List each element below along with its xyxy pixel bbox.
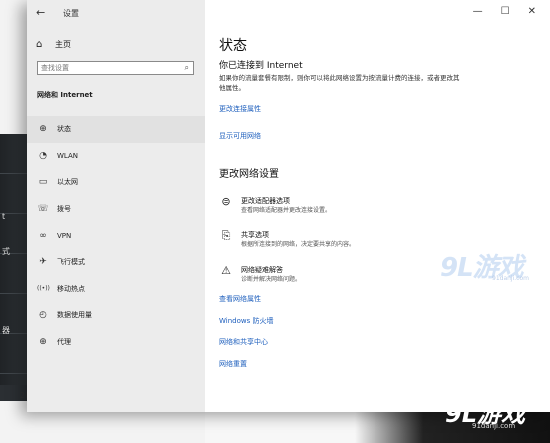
sidebar-item-label: WLAN	[57, 151, 79, 160]
option-sharing[interactable]: ⎘ 共享选项 根据所连接到的网络，决定要共享的内容。	[219, 230, 355, 249]
search-box[interactable]: ⌕	[37, 61, 194, 75]
network-reset-link[interactable]: 网络重置	[219, 359, 247, 369]
background-stub-1: t	[2, 212, 6, 221]
sharing-icon: ⎘	[221, 229, 231, 242]
background-stub-3: 器	[2, 326, 10, 335]
sidebar-home[interactable]: ⌂ 主页	[36, 39, 71, 50]
close-button[interactable]: ✕	[528, 6, 536, 17]
sidebar-item-label: 代理	[57, 338, 71, 347]
adapter-icon: ⊜	[221, 195, 231, 208]
data-usage-icon: ◴	[39, 310, 47, 321]
option-title: 更改适配器选项	[241, 197, 290, 205]
status-description: 如果你的流量套餐有限制，则你可以将此网络设置为按流量计费的连接，或者更改其他属性…	[219, 74, 460, 92]
show-available-networks-link[interactable]: 显示可用网络	[219, 131, 261, 141]
windows-firewall-link[interactable]: Windows 防火墙	[219, 316, 273, 326]
sidebar-item-label: 数据使用量	[57, 311, 92, 320]
back-arrow-icon[interactable]: ←	[36, 6, 45, 19]
sidebar-item-wlan[interactable]: ◔ WLAN	[27, 143, 205, 170]
settings-window: ← 设置 ⌂ 主页 ⌕ 网络和 Internet ⊕ 状态 ◔ WLAN ▭ 以…	[27, 0, 550, 412]
sidebar-item-label: 移动热点	[57, 284, 85, 293]
sidebar-item-status[interactable]: ⊕ 状态	[27, 116, 205, 143]
background-stub-2: 式	[2, 247, 10, 256]
maximize-button[interactable]: ☐	[501, 6, 510, 17]
window-controls: — ☐ ✕	[473, 6, 536, 17]
vpn-icon: ∞	[39, 230, 47, 241]
watermark-url: 91danji.com	[492, 275, 529, 282]
sidebar-item-label: 飞行模式	[57, 258, 85, 267]
option-adapter[interactable]: ⊜ 更改适配器选项 查看网络适配器并更改连接设置。	[219, 196, 331, 215]
option-description: 根据所连接到的网络，决定要共享的内容。	[241, 241, 356, 248]
home-label: 主页	[55, 40, 71, 49]
view-network-properties-link[interactable]: 查看网络属性	[219, 294, 261, 304]
sidebar-item-dialup[interactable]: ☏ 拨号	[27, 196, 205, 223]
search-input[interactable]	[38, 64, 174, 72]
proxy-icon: ⊕	[39, 337, 47, 348]
background-panel	[205, 412, 375, 443]
airplane-icon: ✈	[39, 257, 47, 268]
sidebar-item-label: 以太网	[57, 178, 78, 187]
sidebar-item-proxy[interactable]: ⊕ 代理	[27, 329, 205, 356]
wifi-icon: ◔	[39, 150, 47, 161]
sidebar-item-vpn[interactable]: ∞ VPN	[27, 222, 205, 249]
page-title: 状态	[219, 38, 247, 54]
sidebar-item-hotspot[interactable]: ((•)) 移动热点	[27, 276, 205, 303]
home-icon: ⌂	[36, 39, 43, 50]
sidebar-item-data-usage[interactable]: ◴ 数据使用量	[27, 302, 205, 329]
option-description: 查看网络适配器并更改连接设置。	[241, 207, 332, 214]
sidebar: ← 设置 ⌂ 主页 ⌕ 网络和 Internet ⊕ 状态 ◔ WLAN ▭ 以…	[27, 0, 205, 412]
dialup-icon: ☏	[37, 204, 49, 215]
option-troubleshoot[interactable]: ⚠ 网络疑难解答 诊断并解决网络问题。	[219, 265, 301, 284]
sidebar-item-label: 拨号	[57, 205, 71, 214]
window-title: 设置	[63, 9, 79, 18]
background-window-strip	[0, 134, 30, 400]
minimize-button[interactable]: —	[473, 6, 483, 17]
sidebar-item-ethernet[interactable]: ▭ 以太网	[27, 169, 205, 196]
sidebar-item-airplane[interactable]: ✈ 飞行模式	[27, 249, 205, 276]
watermark-url-bottom: 91danji.com	[472, 422, 516, 430]
ethernet-icon: ▭	[38, 177, 48, 188]
option-description: 诊断并解决网络问题。	[241, 276, 302, 283]
change-connection-properties-link[interactable]: 更改连接属性	[219, 104, 261, 114]
network-sharing-center-link[interactable]: 网络和共享中心	[219, 337, 268, 347]
sidebar-item-label: VPN	[57, 231, 72, 240]
status-globe-icon: ⊕	[39, 124, 47, 135]
sidebar-nav: ⊕ 状态 ◔ WLAN ▭ 以太网 ☏ 拨号 ∞ VPN ✈ 飞行模式 ((•)…	[27, 116, 205, 355]
warning-icon: ⚠	[221, 264, 231, 277]
sidebar-item-label: 状态	[57, 125, 71, 134]
section-title: 网络和 Internet	[37, 91, 93, 99]
hotspot-icon: ((•))	[37, 285, 50, 293]
status-heading: 你已连接到 Internet	[219, 61, 303, 71]
option-title: 共享选项	[241, 231, 269, 239]
search-icon[interactable]: ⌕	[185, 63, 189, 73]
section-heading: 更改网络设置	[219, 169, 279, 180]
option-title: 网络疑难解答	[241, 266, 283, 274]
